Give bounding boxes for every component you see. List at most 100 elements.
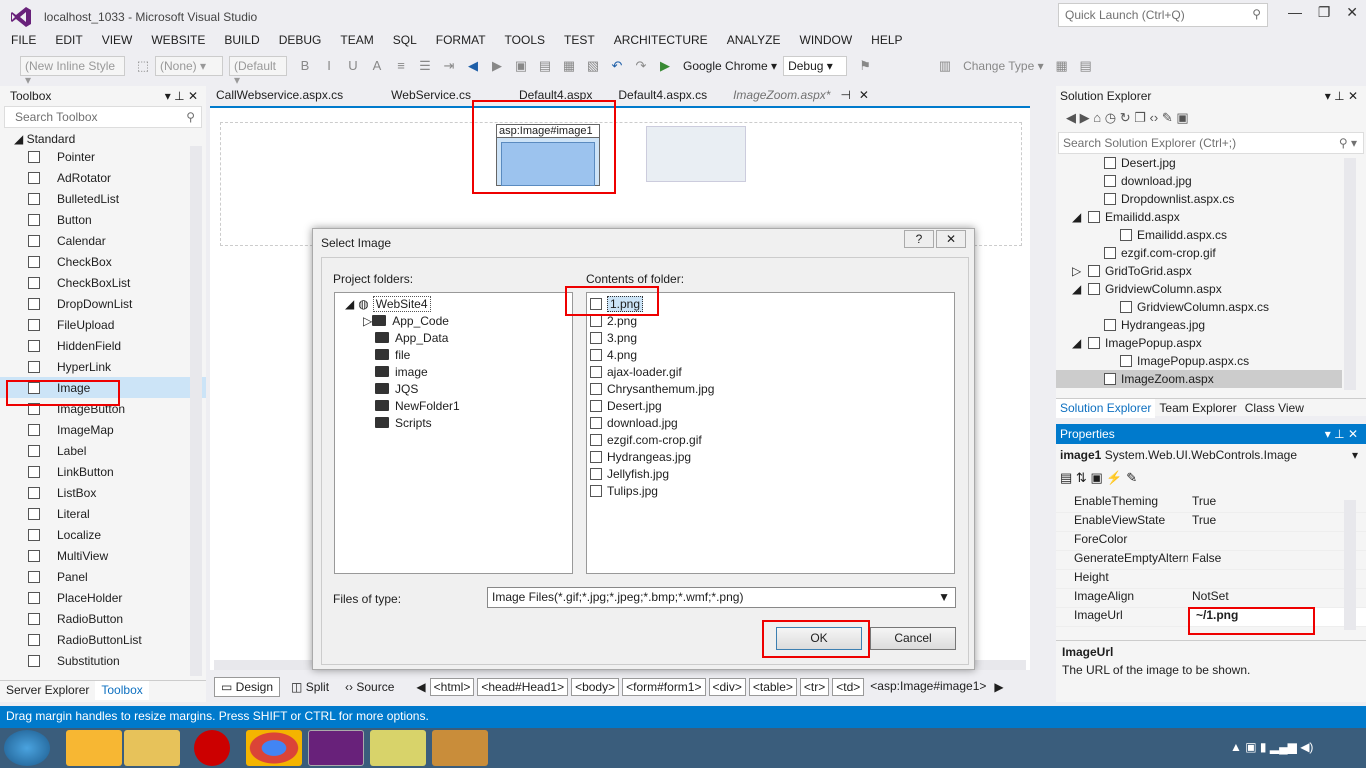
opera-icon[interactable] — [194, 730, 230, 766]
network-icon[interactable]: ▮ — [1260, 740, 1267, 754]
solution-search-input[interactable]: Search Solution Explorer (Ctrl+;) ⚲ ▾ — [1058, 132, 1364, 154]
toolbox-item-checkboxlist[interactable]: CheckBoxList — [0, 272, 206, 293]
categorized-icon[interactable]: ▤ — [1060, 470, 1072, 485]
solution-item[interactable]: Emailidd.aspx.cs — [1056, 226, 1366, 244]
breadcrumb-item[interactable]: <asp:Image#image1> — [867, 678, 989, 696]
toolbox-item-imagemap[interactable]: ImageMap — [0, 419, 206, 440]
home-icon[interactable]: ⌂ — [1093, 110, 1101, 125]
object-selector[interactable]: image1 System.Web.UI.WebControls.Image ▾ — [1056, 444, 1366, 466]
menu-file[interactable]: FILE — [0, 32, 44, 50]
cleaner-icon[interactable] — [432, 730, 488, 766]
visual-studio-task-icon[interactable] — [308, 730, 364, 766]
toolbox-item-hyperlink[interactable]: HyperLink — [0, 356, 206, 377]
wrench-icon[interactable]: ✎ — [1126, 470, 1137, 485]
solution-scrollbar[interactable] — [1344, 158, 1356, 390]
indent-icon[interactable]: ⇥ — [441, 58, 457, 74]
solution-item[interactable]: download.jpg — [1056, 172, 1366, 190]
expand-icon[interactable]: ◢ — [1072, 336, 1088, 350]
toolbox-item-bulletedlist[interactable]: BulletedList — [0, 188, 206, 209]
refresh-icon[interactable]: ↻ — [1120, 110, 1131, 125]
toolbox-item-adrotator[interactable]: AdRotator — [0, 167, 206, 188]
solution-item[interactable]: ◢ GridviewColumn.aspx — [1056, 280, 1366, 298]
menu-help[interactable]: HELP — [860, 32, 910, 50]
property-row[interactable]: ForeColor — [1056, 532, 1366, 551]
breadcrumb-item[interactable]: <td> — [832, 678, 865, 696]
toolbox-search-input[interactable]: Search Toolbox ⚲ — [4, 106, 202, 128]
new-item-icon[interactable]: ▣ — [513, 58, 529, 74]
toolbox-item-fileupload[interactable]: FileUpload — [0, 314, 206, 335]
menu-architecture[interactable]: ARCHITECTURE — [603, 32, 716, 50]
style-app-icon[interactable]: ⬚ — [135, 58, 151, 74]
folder-item[interactable]: NewFolder1 — [345, 397, 572, 414]
table-icon[interactable]: ▦ — [1054, 58, 1070, 74]
sql-icon[interactable]: ▥ — [937, 58, 953, 74]
tab-imagezoom[interactable]: ImageZoom.aspx* — [727, 86, 836, 106]
menu-tools[interactable]: TOOLS — [494, 32, 553, 50]
code-icon[interactable]: ‹› — [1150, 110, 1159, 125]
solution-item[interactable]: ◢ Emailidd.aspx — [1056, 208, 1366, 226]
forward-icon[interactable]: ▶ — [1080, 110, 1090, 125]
menu-debug[interactable]: DEBUG — [268, 32, 330, 50]
view-source-tab[interactable]: ‹› Source — [337, 680, 402, 694]
menu-team[interactable]: TEAM — [329, 32, 381, 50]
view-design-tab[interactable]: ▭ Design — [214, 677, 281, 697]
copy-icon[interactable]: ❐ — [1134, 110, 1146, 125]
tab-close-icon[interactable]: ✕ — [855, 86, 873, 106]
file-item[interactable]: download.jpg — [590, 414, 954, 431]
align-icon[interactable]: ≡ — [393, 58, 409, 74]
file-item[interactable]: Chrysanthemum.jpg — [590, 380, 954, 397]
change-type-dropdown[interactable]: Change Type ▾ — [963, 59, 1044, 73]
target-rule-dropdown[interactable]: (None) ▾ — [155, 56, 223, 76]
solution-item[interactable]: ◢ ImagePopup.aspx — [1056, 334, 1366, 352]
grid-icon[interactable]: ▤ — [1078, 58, 1094, 74]
crumb-next-icon[interactable]: ▶ — [994, 680, 1003, 694]
solution-item[interactable]: Dropdownlist.aspx.cs — [1056, 190, 1366, 208]
toolbox-item-radiobutton[interactable]: RadioButton — [0, 608, 206, 629]
underline-icon[interactable]: U — [345, 58, 361, 74]
folder-item[interactable]: Scripts — [345, 414, 572, 431]
menu-sql[interactable]: SQL — [382, 32, 425, 50]
solution-item[interactable]: ImageZoom.aspx — [1056, 370, 1342, 388]
back-icon[interactable]: ◀ — [465, 58, 481, 74]
toolbox-item-dropdownlist[interactable]: DropDownList — [0, 293, 206, 314]
chrome-icon[interactable] — [246, 730, 302, 766]
crumb-prev-icon[interactable]: ◀ — [416, 680, 425, 694]
tab-toolbox[interactable]: Toolbox — [95, 681, 149, 700]
property-row[interactable]: EnableViewState True — [1056, 513, 1366, 532]
filetype-dropdown[interactable]: Image Files(*.gif;*.jpg;*.jpeg;*.bmp;*.w… — [487, 587, 956, 608]
toolbox-group-standard[interactable]: ◢ Standard — [0, 128, 206, 146]
cancel-button[interactable]: Cancel — [870, 627, 956, 650]
expand-icon[interactable]: ◢ — [1072, 282, 1088, 296]
expand-icon[interactable]: ▷ — [1072, 264, 1088, 278]
toolbox-item-substitution[interactable]: Substitution — [0, 650, 206, 671]
file-explorer-icon[interactable] — [124, 730, 180, 766]
breadcrumb-item[interactable]: <div> — [708, 678, 746, 696]
tab-callwebservice[interactable]: CallWebservice.aspx.cs — [210, 86, 363, 106]
toolbox-item-hiddenfield[interactable]: HiddenField — [0, 335, 206, 356]
toolbox-item-literal[interactable]: Literal — [0, 503, 206, 524]
bold-icon[interactable]: B — [297, 58, 313, 74]
volume-icon[interactable]: ◀) — [1300, 740, 1313, 754]
tab-team-explorer[interactable]: Team Explorer — [1155, 399, 1240, 418]
folder-item[interactable]: App_Data — [345, 329, 572, 346]
font-dropdown[interactable]: (Default ▾ — [229, 56, 287, 87]
file-item[interactable]: Tulips.jpg — [590, 482, 954, 499]
undo-icon[interactable]: ↶ — [609, 58, 625, 74]
folder-item[interactable]: file — [345, 346, 572, 363]
attach-icon[interactable]: ⚑ — [857, 58, 873, 74]
pin-icon[interactable]: ▾ ⊥ ✕ — [165, 89, 198, 103]
solution-item[interactable]: Hydrangeas.jpg — [1056, 316, 1366, 334]
solution-item[interactable]: ▷ GridToGrid.aspx — [1056, 262, 1366, 280]
file-item[interactable]: 4.png — [590, 346, 954, 363]
solution-item[interactable]: Desert.jpg — [1056, 154, 1366, 172]
tray-app-icon[interactable]: ▣ — [1245, 740, 1256, 754]
font-color-icon[interactable]: A — [369, 58, 385, 74]
toolbox-item-checkbox[interactable]: CheckBox — [0, 251, 206, 272]
forward-icon[interactable]: ▶ — [489, 58, 505, 74]
toolbox-scrollbar[interactable] — [190, 146, 202, 676]
toolbox-item-multiview[interactable]: MultiView — [0, 545, 206, 566]
list-icon[interactable]: ☰ — [417, 58, 433, 74]
toolbox-item-pointer[interactable]: Pointer — [0, 146, 206, 167]
start-debug-icon[interactable]: ▶ — [657, 58, 673, 74]
property-row[interactable]: EnableTheming True — [1056, 494, 1366, 513]
